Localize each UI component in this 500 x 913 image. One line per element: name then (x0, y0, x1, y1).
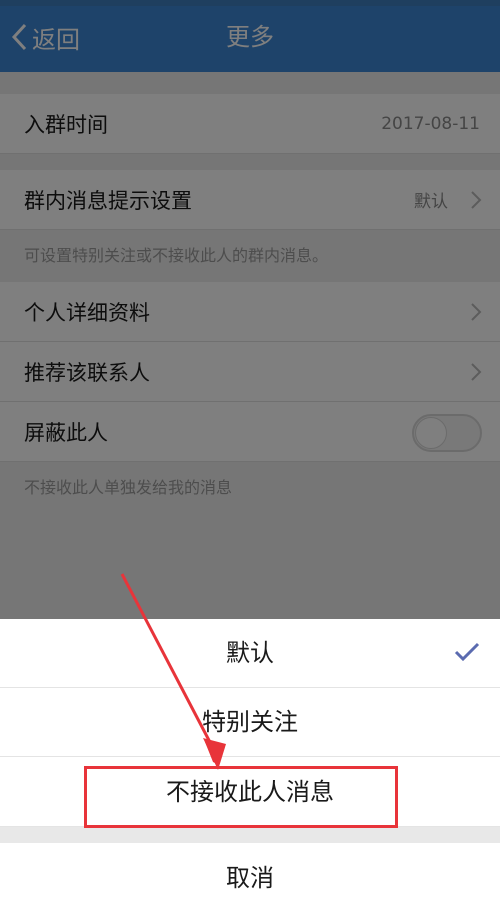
watermark: Bai 经验 (405, 883, 480, 904)
annotation-arrow (120, 573, 226, 770)
